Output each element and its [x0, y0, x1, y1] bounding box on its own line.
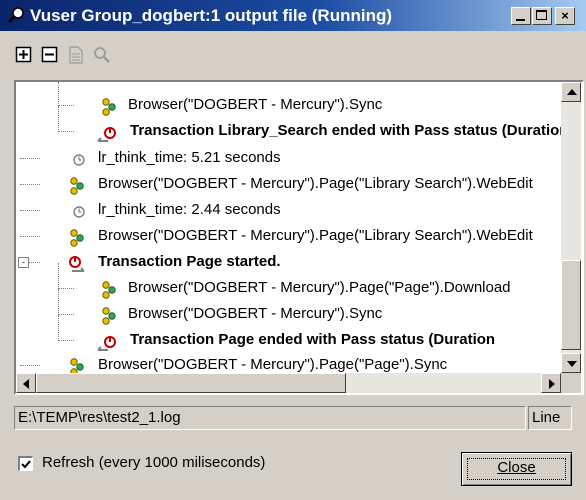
- close-window-button[interactable]: ×: [555, 7, 575, 25]
- log-row[interactable]: Browser("DOGBERT - Mercury").Sync: [16, 289, 576, 327]
- vertical-scrollbar[interactable]: [561, 82, 581, 373]
- log-row-text: Browser("DOGBERT - Mercury").Page("Page"…: [128, 279, 511, 296]
- vuser-step-icon: [102, 281, 116, 299]
- refresh-label: Refresh (every 1000 miliseconds): [42, 454, 266, 471]
- arrow-up-icon: [567, 89, 577, 95]
- log-row[interactable]: Browser("DOGBERT - Mercury").Page("Libra…: [16, 171, 576, 197]
- scroll-down-button[interactable]: [561, 353, 581, 373]
- log-row[interactable]: Transaction Page ended with Pass status …: [16, 315, 576, 353]
- log-row-text: Transaction Page started.: [98, 253, 281, 270]
- minimize-button[interactable]: [511, 7, 531, 25]
- minimize-icon: [516, 19, 525, 21]
- checkmark-icon: [21, 460, 31, 469]
- log-row[interactable]: Browser("DOGBERT - Mercury").Page("Libra…: [16, 223, 576, 249]
- expand-all-icon[interactable]: [14, 45, 34, 65]
- log-row-text: Transaction Page ended with Pass status …: [130, 331, 496, 348]
- vertical-scroll-thumb[interactable]: [561, 260, 581, 350]
- document-icon[interactable]: [66, 45, 86, 65]
- log-row[interactable]: Transaction Library_Search ended with Pa…: [16, 106, 576, 144]
- log-row-text: Browser("DOGBERT - Mercury").Page("Page"…: [98, 356, 448, 373]
- scroll-left-button[interactable]: [16, 373, 36, 393]
- status-path: E:\TEMP\res\test2_1.log: [14, 406, 526, 430]
- log-row-text: lr_think_time: 2.44 seconds: [98, 201, 281, 218]
- magnifier-icon: [7, 7, 24, 24]
- vuser-step-icon: [70, 229, 84, 247]
- vuser-step-icon: [102, 98, 116, 116]
- maximize-button[interactable]: [532, 7, 552, 25]
- horizontal-scroll-thumb[interactable]: [36, 373, 346, 393]
- find-icon[interactable]: [92, 45, 112, 65]
- scrollbar-corner: [561, 373, 581, 393]
- window-title: Vuser Group_dogbert:1 output file (Runni…: [30, 6, 393, 25]
- log-row[interactable]: Browser("DOGBERT - Mercury").Page("Page"…: [16, 263, 576, 301]
- maximize-icon: [536, 10, 547, 20]
- focus-rectangle: [467, 458, 566, 480]
- log-row[interactable]: - Transaction Page started.: [16, 249, 576, 275]
- think-time-icon: [73, 154, 85, 166]
- arrow-right-icon: [549, 379, 555, 389]
- scroll-right-button[interactable]: [541, 373, 561, 393]
- log-row-text: Browser("DOGBERT - Mercury").Sync: [128, 305, 383, 322]
- close-icon: ×: [561, 8, 569, 23]
- refresh-checkbox[interactable]: [18, 456, 33, 471]
- log-row[interactable]: lr_think_time: 2.44 seconds: [16, 197, 576, 223]
- expand-toggle[interactable]: -: [18, 257, 29, 268]
- arrow-down-icon: [567, 361, 577, 367]
- arrow-left-icon: [23, 379, 29, 389]
- transaction-end-icon: [97, 127, 116, 142]
- think-time-icon: [73, 206, 85, 218]
- vuser-step-icon: [70, 177, 84, 195]
- log-row-text: Transaction Library_Search ended with Pa…: [130, 122, 569, 139]
- collapse-all-icon[interactable]: [40, 45, 60, 65]
- toolbar: [0, 31, 586, 75]
- transaction-start-icon: [69, 256, 85, 272]
- log-row[interactable]: lr_think_time: 5.21 seconds: [16, 145, 576, 171]
- scroll-up-button[interactable]: [561, 82, 581, 102]
- log-row-text: Browser("DOGBERT - Mercury").Page("Libra…: [98, 227, 533, 244]
- transaction-end-icon: [97, 336, 116, 351]
- log-row-text: lr_think_time: 5.21 seconds: [98, 149, 281, 166]
- log-row-text: Browser("DOGBERT - Mercury").Sync: [128, 96, 383, 113]
- vuser-step-icon: [102, 307, 116, 325]
- log-tree[interactable]: Browser("DOGBERT - Mercury").Sync Transa…: [14, 80, 584, 395]
- close-button[interactable]: Close: [461, 452, 572, 486]
- status-line: Line: [528, 406, 572, 430]
- horizontal-scrollbar[interactable]: [16, 373, 561, 393]
- title-bar[interactable]: Vuser Group_dogbert:1 output file (Runni…: [0, 0, 586, 31]
- log-row[interactable]: Browser("DOGBERT - Mercury").Sync: [16, 82, 576, 118]
- log-row-text: Browser("DOGBERT - Mercury").Page("Libra…: [98, 175, 533, 192]
